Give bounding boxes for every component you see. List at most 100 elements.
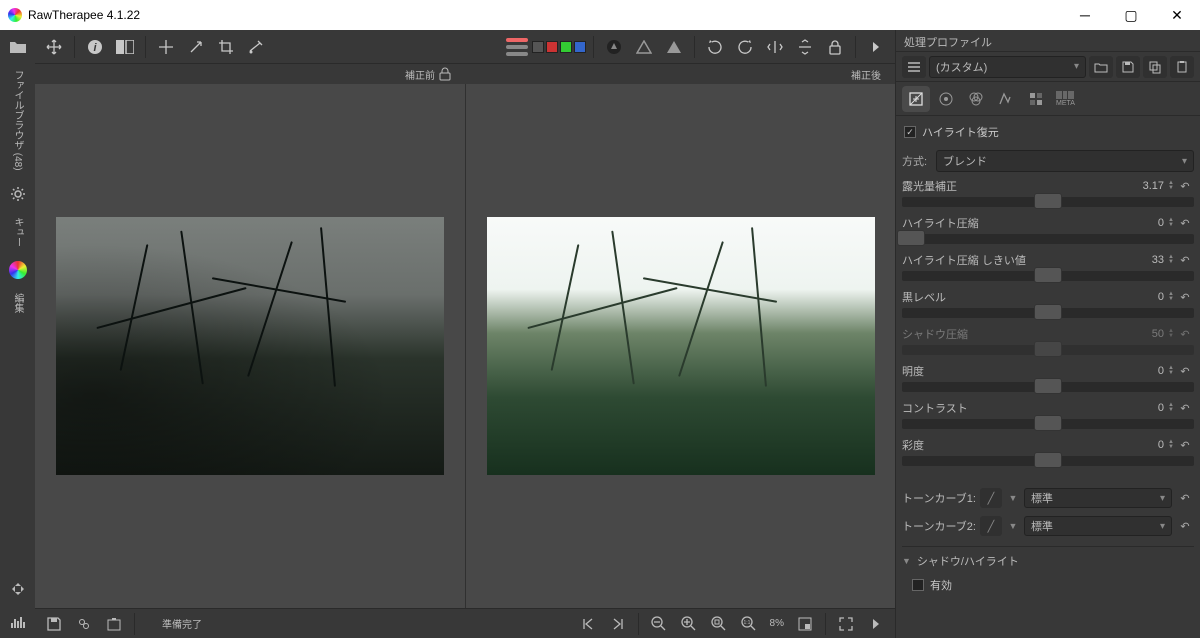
- fullscreen-icon[interactable]: [833, 611, 859, 637]
- highlight-recovery-check[interactable]: ✓ ハイライト復元: [902, 120, 1194, 148]
- reset-icon[interactable]: ↶: [1176, 252, 1194, 268]
- before-image: [56, 217, 444, 475]
- sharpen-preview-icon[interactable]: [601, 34, 627, 60]
- highlight-recovery-label: ハイライト復元: [922, 124, 999, 140]
- tab-detail[interactable]: [932, 86, 960, 112]
- top-toolbar: i: [35, 30, 895, 64]
- clip-shadow-warning-icon[interactable]: [631, 34, 657, 60]
- tab-transform[interactable]: [992, 86, 1020, 112]
- save-icon[interactable]: [41, 611, 67, 637]
- zoom-fit-icon[interactable]: [706, 611, 732, 637]
- open-folder-icon[interactable]: [5, 34, 31, 60]
- slider-black: 黒レベル 0 ▲▼ ↶: [902, 289, 1194, 318]
- minimize-button[interactable]: ─: [1062, 0, 1108, 30]
- chip-red[interactable]: [546, 41, 558, 53]
- white-balance-picker-icon[interactable]: [183, 34, 209, 60]
- params-scroll[interactable]: ✓ ハイライト復元 方式: ブレンド 露光量補正 3.17 ▲▼ ↶ ハイラ: [896, 116, 1200, 638]
- external-editor-icon[interactable]: [101, 611, 127, 637]
- reset-icon[interactable]: ↶: [1176, 178, 1194, 194]
- chevron-down-icon[interactable]: ▼: [1006, 516, 1020, 536]
- reset-icon[interactable]: ↶: [1176, 215, 1194, 231]
- zoom-percent: 8%: [770, 618, 784, 629]
- right-panel: 処理プロファイル (カスタム) META ✓ ハイライト復元: [895, 30, 1200, 638]
- method-combo[interactable]: ブレンド: [936, 150, 1194, 172]
- shadow-highlight-enable[interactable]: 有効: [902, 573, 1194, 601]
- reset-icon[interactable]: ↶: [1176, 363, 1194, 379]
- info-icon[interactable]: i: [82, 34, 108, 60]
- curve2-shape-icon[interactable]: ╱: [980, 516, 1002, 536]
- slider-saturation: 彩度 0 ▲▼ ↶: [902, 437, 1194, 466]
- reset-icon[interactable]: ↶: [1176, 400, 1194, 416]
- tab-file-browser[interactable]: ファイルブラウザ (48): [8, 64, 27, 177]
- lock-ba-icon[interactable]: [822, 34, 848, 60]
- tab-exposure[interactable]: [902, 86, 930, 112]
- before-pane[interactable]: [35, 84, 464, 608]
- method-label: 方式:: [902, 153, 932, 169]
- crop-icon[interactable]: [213, 34, 239, 60]
- rotate-left-icon[interactable]: [702, 34, 728, 60]
- lock-icon[interactable]: [439, 67, 451, 81]
- straighten-icon[interactable]: [243, 34, 269, 60]
- reset-icon[interactable]: ↶: [1176, 326, 1194, 342]
- flip-vertical-icon[interactable]: [792, 34, 818, 60]
- reset-icon[interactable]: ↶: [1176, 289, 1194, 305]
- curve1-mode-combo[interactable]: 標準: [1024, 488, 1172, 508]
- profile-copy-icon[interactable]: [1143, 56, 1167, 78]
- profile-combo[interactable]: (カスタム): [929, 56, 1086, 78]
- reset-icon[interactable]: ↶: [1176, 517, 1194, 535]
- slider-exposure: 露光量補正 3.17 ▲▼ ↶: [902, 178, 1194, 207]
- tab-editor[interactable]: 編集: [8, 287, 27, 319]
- hand-move-icon[interactable]: [41, 34, 67, 60]
- detail-window-icon[interactable]: [792, 611, 818, 637]
- curve2-mode-combo[interactable]: 標準: [1024, 516, 1172, 536]
- before-after-icon[interactable]: [112, 34, 138, 60]
- profile-mode-icon[interactable]: [902, 56, 926, 78]
- tool-tabs: META: [896, 82, 1200, 116]
- tab-raw[interactable]: [1022, 86, 1050, 112]
- center-area: i: [35, 30, 895, 638]
- editor-colorwheel-icon[interactable]: [5, 257, 31, 283]
- fit-window-icon[interactable]: [5, 576, 31, 602]
- shadow-highlight-header[interactable]: ▼ シャドウ/ハイライト: [902, 546, 1194, 573]
- histogram-icon[interactable]: [5, 609, 31, 635]
- queue-add-icon[interactable]: [71, 611, 97, 637]
- reset-icon[interactable]: ↶: [1176, 489, 1194, 507]
- gear-icon[interactable]: [5, 181, 31, 207]
- zoom-100-icon[interactable]: 1:1: [736, 611, 762, 637]
- before-after-labels: 補正前 補正後: [35, 64, 895, 84]
- tab-color[interactable]: [962, 86, 990, 112]
- nav-first-icon[interactable]: [575, 611, 601, 637]
- profile-load-icon[interactable]: [1089, 56, 1113, 78]
- slider-exposure-track[interactable]: [902, 197, 1194, 207]
- profile-paste-icon[interactable]: [1170, 56, 1194, 78]
- panel-toggle-right-icon[interactable]: [863, 34, 889, 60]
- close-button[interactable]: ✕: [1154, 0, 1200, 30]
- profile-save-icon[interactable]: [1116, 56, 1140, 78]
- chip-luminance[interactable]: [532, 41, 544, 53]
- tab-meta[interactable]: META: [1052, 86, 1079, 112]
- slider-hl-threshold: ハイライト圧縮 しきい値 33 ▲▼ ↶: [902, 252, 1194, 281]
- chip-green[interactable]: [560, 41, 572, 53]
- after-label-row: 補正後: [465, 64, 895, 84]
- crosshair-icon[interactable]: [153, 34, 179, 60]
- curve1-shape-icon[interactable]: ╱: [980, 488, 1002, 508]
- channel-toggle-chips: [532, 41, 586, 53]
- before-label: 補正前: [405, 67, 435, 82]
- chip-blue[interactable]: [574, 41, 586, 53]
- tab-queue[interactable]: キュー: [8, 211, 27, 253]
- zoom-in-icon[interactable]: [676, 611, 702, 637]
- flip-horizontal-icon[interactable]: [762, 34, 788, 60]
- panel-toggle-bottom-icon[interactable]: [863, 611, 889, 637]
- spinner-icon[interactable]: ▲▼: [1166, 181, 1176, 191]
- svg-text:1:1: 1:1: [743, 620, 750, 626]
- clip-highlight-warning-icon[interactable]: [661, 34, 687, 60]
- chevron-down-icon[interactable]: ▼: [1006, 488, 1020, 508]
- after-pane[interactable]: [465, 84, 895, 608]
- rotate-right-icon[interactable]: [732, 34, 758, 60]
- background-toggle-icon[interactable]: [506, 34, 528, 60]
- reset-icon[interactable]: ↶: [1176, 437, 1194, 453]
- left-sidebar: ファイルブラウザ (48) キュー 編集: [0, 30, 35, 638]
- maximize-button[interactable]: ▢: [1108, 0, 1154, 30]
- nav-last-icon[interactable]: [605, 611, 631, 637]
- zoom-out-icon[interactable]: [646, 611, 672, 637]
